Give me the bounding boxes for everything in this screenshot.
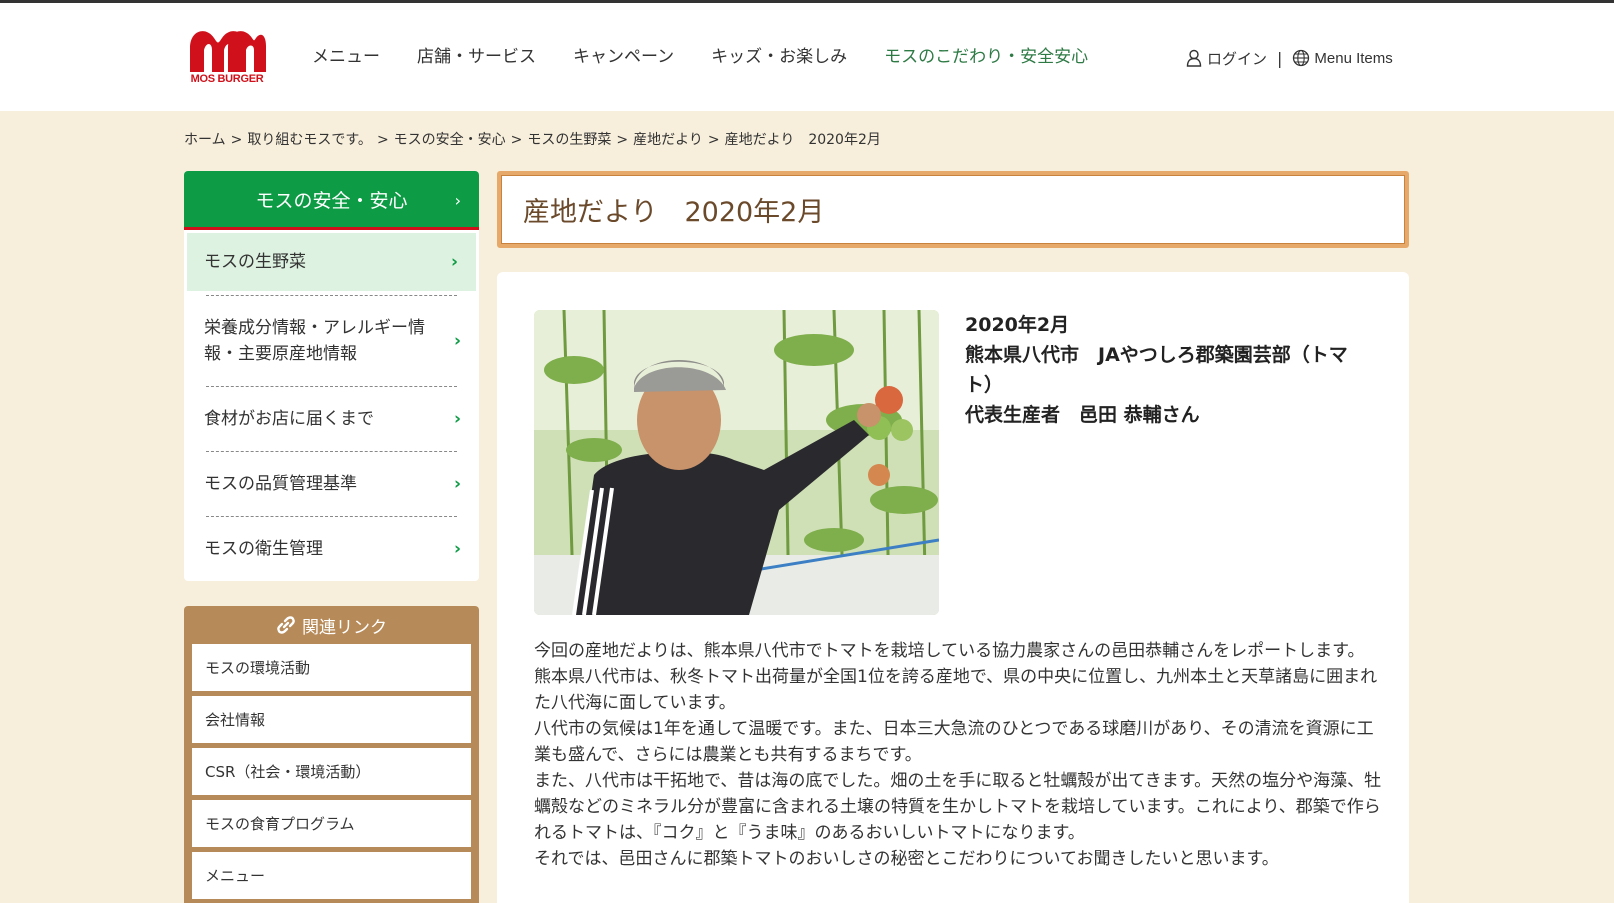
sidebar-heading-label: モスの安全・安心 <box>255 189 408 212</box>
sidebar-item-label: 食材がお店に届くまで <box>204 409 374 429</box>
user-icon <box>1186 49 1202 67</box>
breadcrumb-sanchi[interactable]: 産地だより <box>633 129 703 149</box>
sidebar-item-hygiene[interactable]: モスの衛生管理 › <box>184 517 479 581</box>
site-header: MOS BURGER メニュー 店舗・サービス キャンペーン キッズ・お楽しみ … <box>0 3 1614 111</box>
sidebar-item-vegetables[interactable]: モスの生野菜 › <box>187 233 476 291</box>
nav-campaign[interactable]: キャンペーン <box>573 43 674 73</box>
related-link-food-education[interactable]: モスの食育プログラム <box>192 800 471 847</box>
producer-photo-illustration <box>534 310 939 615</box>
breadcrumb-torikumu[interactable]: 取り組むモスです。 <box>247 129 372 149</box>
util-separator: | <box>1277 48 1283 68</box>
chevron-right-icon: › <box>453 474 461 494</box>
globe-icon <box>1293 49 1310 67</box>
chevron-right-icon: › <box>454 191 461 210</box>
chevron-right-icon: › <box>453 539 461 559</box>
chevron-right-icon: › <box>453 409 461 429</box>
related-link-csr[interactable]: CSR（社会・環境活動） <box>192 748 471 795</box>
login-label: ログイン <box>1207 49 1268 68</box>
article-paragraph: 今回の産地だよりは、熊本県八代市でトマトを栽培している協力農家さんの邑田恭輔さん… <box>534 641 1365 661</box>
related-link-menu[interactable]: メニュー <box>192 852 471 899</box>
producer-photo <box>534 310 939 615</box>
page-title: 産地だより 2020年2月 <box>523 197 825 228</box>
logo-brand-text: MOS BURGER <box>190 73 264 85</box>
article-paragraph: また、八代市は干拓地で、昔は海の底でした。畑の土を手に取ると牡蠣殻が出てきます。… <box>534 771 1382 843</box>
breadcrumb-vegetables[interactable]: モスの生野菜 <box>527 129 611 149</box>
sidebar-item-delivery[interactable]: 食材がお店に届くまで › <box>184 387 479 451</box>
menu-items-link[interactable]: Menu Items <box>1292 49 1393 67</box>
sidebar-item-nutrition[interactable]: 栄養成分情報・アレルギー情報・主要原産地情報 › <box>184 296 479 386</box>
related-links-heading: 関連リンク <box>184 606 479 644</box>
login-link[interactable]: ログイン <box>1185 48 1267 69</box>
article-content: 2020年2月 熊本県八代市 JAやつしろ郡築園芸部（トマト） 代表生産者 邑田… <box>497 272 1409 903</box>
breadcrumb-home[interactable]: ホーム <box>184 129 226 149</box>
mos-logo-mark <box>190 31 266 72</box>
utility-links: ログイン | Menu Items <box>1185 46 1393 70</box>
link-icon <box>277 616 295 634</box>
related-links: 関連リンク モスの環境活動 会社情報 CSR（社会・環境活動） モスの食育プログ… <box>184 606 479 903</box>
sidebar-item-label: 栄養成分情報・アレルギー情報・主要原産地情報 <box>204 318 425 364</box>
breadcrumb-safety[interactable]: モスの安全・安心 <box>394 129 506 149</box>
nav-stores-services[interactable]: 店舗・サービス <box>417 43 536 73</box>
related-link-company[interactable]: 会社情報 <box>192 696 471 743</box>
sidebar-item-quality[interactable]: モスの品質管理基準 › <box>184 452 479 516</box>
article-date: 2020年2月 <box>965 314 1070 336</box>
article-paragraph: それでは、邑田さんに郡築トマトのおいしさの秘密とこだわりについてお聞きしたいと思… <box>534 849 1279 869</box>
chevron-right-icon: › <box>450 252 458 272</box>
page-title-box: 産地だより 2020年2月 <box>497 171 1409 248</box>
sidebar-nav: モスの安全・安心 › モスの生野菜 › 栄養成分情報・アレルギー情報・主要原産地… <box>184 171 479 581</box>
breadcrumb-current: 産地だより 2020年2月 <box>724 132 881 148</box>
global-nav: メニュー 店舗・サービス キャンペーン キッズ・お楽しみ モスのこだわり・安全安… <box>312 43 1125 73</box>
article-place: 熊本県八代市 JAやつしろ郡築園芸部（トマト） <box>965 344 1348 396</box>
chevron-right-icon: › <box>453 331 461 351</box>
article-paragraph: 熊本県八代市は、秋冬トマト出荷量が全国1位を誇る産地で、県の中央に位置し、九州本… <box>534 667 1378 713</box>
mos-burger-logo[interactable]: MOS BURGER <box>184 28 270 90</box>
nav-commitment-safety[interactable]: モスのこだわり・安全安心 <box>884 43 1088 73</box>
breadcrumb: ホーム > 取り組むモスです。 > モスの安全・安心 > モスの生野菜 > 産地だより > 産地だよ… <box>184 129 881 149</box>
nav-menu[interactable]: メニュー <box>312 43 380 73</box>
related-links-heading-label: 関連リンク <box>302 617 387 638</box>
article-paragraph: 八代市の気候は1年を通して温暖です。また、日本三大急流のひとつである球磨川があり… <box>534 719 1374 765</box>
sidebar-item-label: モスの生野菜 <box>204 252 306 272</box>
sidebar-item-label: モスの衛生管理 <box>204 539 323 559</box>
article-producer: 代表生産者 邑田 恭輔さん <box>965 404 1200 426</box>
producer-info: 2020年2月 熊本県八代市 JAやつしろ郡築園芸部（トマト） 代表生産者 邑田… <box>965 310 1375 430</box>
article-body: 今回の産地だよりは、熊本県八代市でトマトを栽培している協力農家さんの邑田恭輔さん… <box>534 638 1384 872</box>
related-link-environment[interactable]: モスの環境活動 <box>192 644 471 691</box>
sidebar-item-label: モスの品質管理基準 <box>204 474 357 494</box>
sidebar-heading[interactable]: モスの安全・安心 › <box>184 171 479 230</box>
menu-items-label: Menu Items <box>1314 49 1393 67</box>
nav-kids-fun[interactable]: キッズ・お楽しみ <box>711 43 847 73</box>
